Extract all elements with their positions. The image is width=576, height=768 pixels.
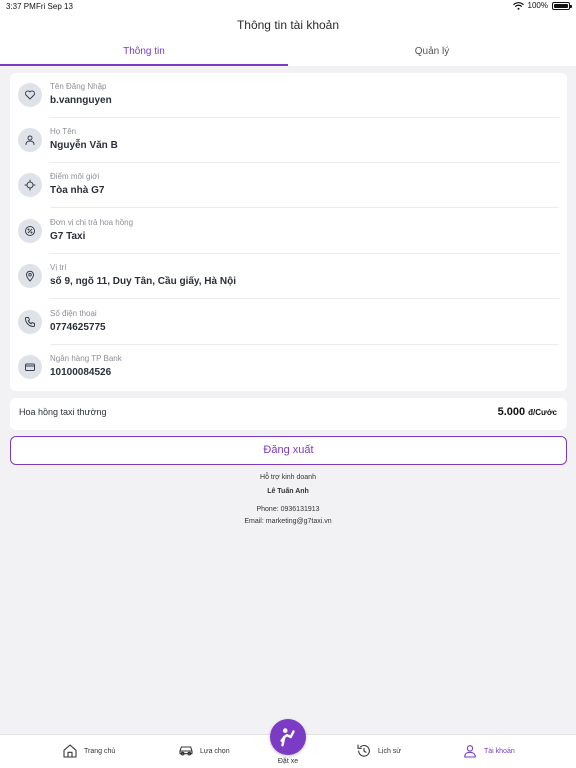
info-row-username: Tên Đăng Nhập b.vannguyen xyxy=(10,73,567,118)
header: Thông tin tài khoản Thông tin Quản lý xyxy=(0,14,576,66)
info-label: Tên Đăng Nhập xyxy=(50,82,107,91)
target-icon xyxy=(18,173,42,197)
info-row-broker-point: Điểm môi giới Tòa nhà G7 xyxy=(10,163,567,208)
credit-card-icon xyxy=(18,355,42,379)
battery-percent: 100% xyxy=(527,1,548,10)
info-value: 10100084526 xyxy=(50,367,112,378)
info-label: Điểm môi giới xyxy=(50,172,100,181)
tab-bar: Thông tin Quản lý xyxy=(0,44,576,66)
nav-options-label: Lựa chọn xyxy=(200,747,230,755)
info-row-fullname: Họ Tên Nguyễn Văn B xyxy=(10,118,567,163)
phone-icon xyxy=(18,310,42,334)
battery-icon xyxy=(552,1,572,10)
nav-home[interactable]: Trang chủ xyxy=(62,743,115,759)
nav-account-label: Tài khoản xyxy=(484,747,515,755)
support-title: Hỗ trợ kinh doanh xyxy=(260,474,316,481)
commission-card: Hoa hồng taxi thường 5.000 đ/Cước xyxy=(10,398,567,430)
status-bar: 3:37 PM Fri Sep 13 100% xyxy=(0,0,576,14)
account-info-card: Tên Đăng Nhập b.vannguyen Họ Tên Nguyễn … xyxy=(10,73,567,391)
info-row-location: Vị trí số 9, ngõ 11, Duy Tân, Cầu giấy, … xyxy=(10,254,567,299)
nav-history[interactable]: Lịch sử xyxy=(356,743,401,759)
support-name: Lê Tuấn Anh xyxy=(267,488,309,495)
info-label: Vị trí xyxy=(50,263,67,272)
info-row-commission-payer: Đơn vị chi trả hoa hồng G7 Taxi xyxy=(10,209,567,254)
battery-level xyxy=(554,3,568,8)
commission-value: 5.000 đ/Cước xyxy=(498,406,557,418)
percent-icon xyxy=(18,219,42,243)
nav-options[interactable]: Lựa chọn xyxy=(178,743,230,759)
history-icon xyxy=(357,744,370,757)
nav-home-label: Trang chủ xyxy=(84,747,116,755)
status-time: 3:37 PM xyxy=(6,2,36,11)
status-indicators: 100% xyxy=(512,1,572,10)
tab-management[interactable]: Quản lý xyxy=(288,44,576,66)
info-label: Đơn vị chi trả hoa hồng xyxy=(50,218,134,227)
nav-account[interactable]: Tài khoản xyxy=(462,743,515,759)
page-title: Thông tin tài khoản xyxy=(236,18,340,32)
info-label: Ngân hàng TP Bank xyxy=(50,354,122,363)
commission-amount: 5.000 xyxy=(497,406,526,418)
account-icon xyxy=(464,745,476,758)
book-ride-label: Đặt xe xyxy=(277,758,299,765)
info-value: 0774625775 xyxy=(50,322,106,333)
info-row-phone: Số điện thoại 0774625775 xyxy=(10,300,567,345)
info-value: số 9, ngõ 11, Duy Tân, Cầu giấy, Hà Nội xyxy=(50,276,236,287)
book-ride-button[interactable] xyxy=(270,719,306,755)
info-label: Họ Tên xyxy=(50,127,77,136)
heart-icon xyxy=(18,83,42,107)
info-value: b.vannguyen xyxy=(50,95,112,106)
user-icon xyxy=(18,128,42,152)
wifi-icon xyxy=(512,1,524,10)
divider xyxy=(50,298,559,299)
info-value: Tòa nhà G7 xyxy=(50,185,105,196)
logout-button[interactable]: Đăng xuất xyxy=(10,436,567,465)
info-row-bank: Ngân hàng TP Bank 10100084526 xyxy=(10,345,567,390)
home-icon xyxy=(63,744,77,758)
info-label: Số điện thoại xyxy=(50,309,97,318)
commission-unit: đ/Cước xyxy=(528,408,557,417)
nav-history-label: Lịch sử xyxy=(378,747,401,755)
support-phone[interactable]: Phone: 0936131913 xyxy=(0,506,576,513)
location-pin-icon xyxy=(18,264,42,288)
divider xyxy=(50,207,559,208)
info-value: Nguyễn Văn B xyxy=(50,140,118,151)
tab-info[interactable]: Thông tin xyxy=(0,44,288,66)
car-icon xyxy=(179,746,193,756)
info-value: G7 Taxi xyxy=(50,231,86,242)
support-email[interactable]: Email: marketing@g7taxi.vn xyxy=(0,518,576,525)
status-date: Fri Sep 13 xyxy=(36,2,73,11)
hail-taxi-icon xyxy=(280,728,295,747)
commission-label: Hoa hồng taxi thường xyxy=(19,407,107,417)
